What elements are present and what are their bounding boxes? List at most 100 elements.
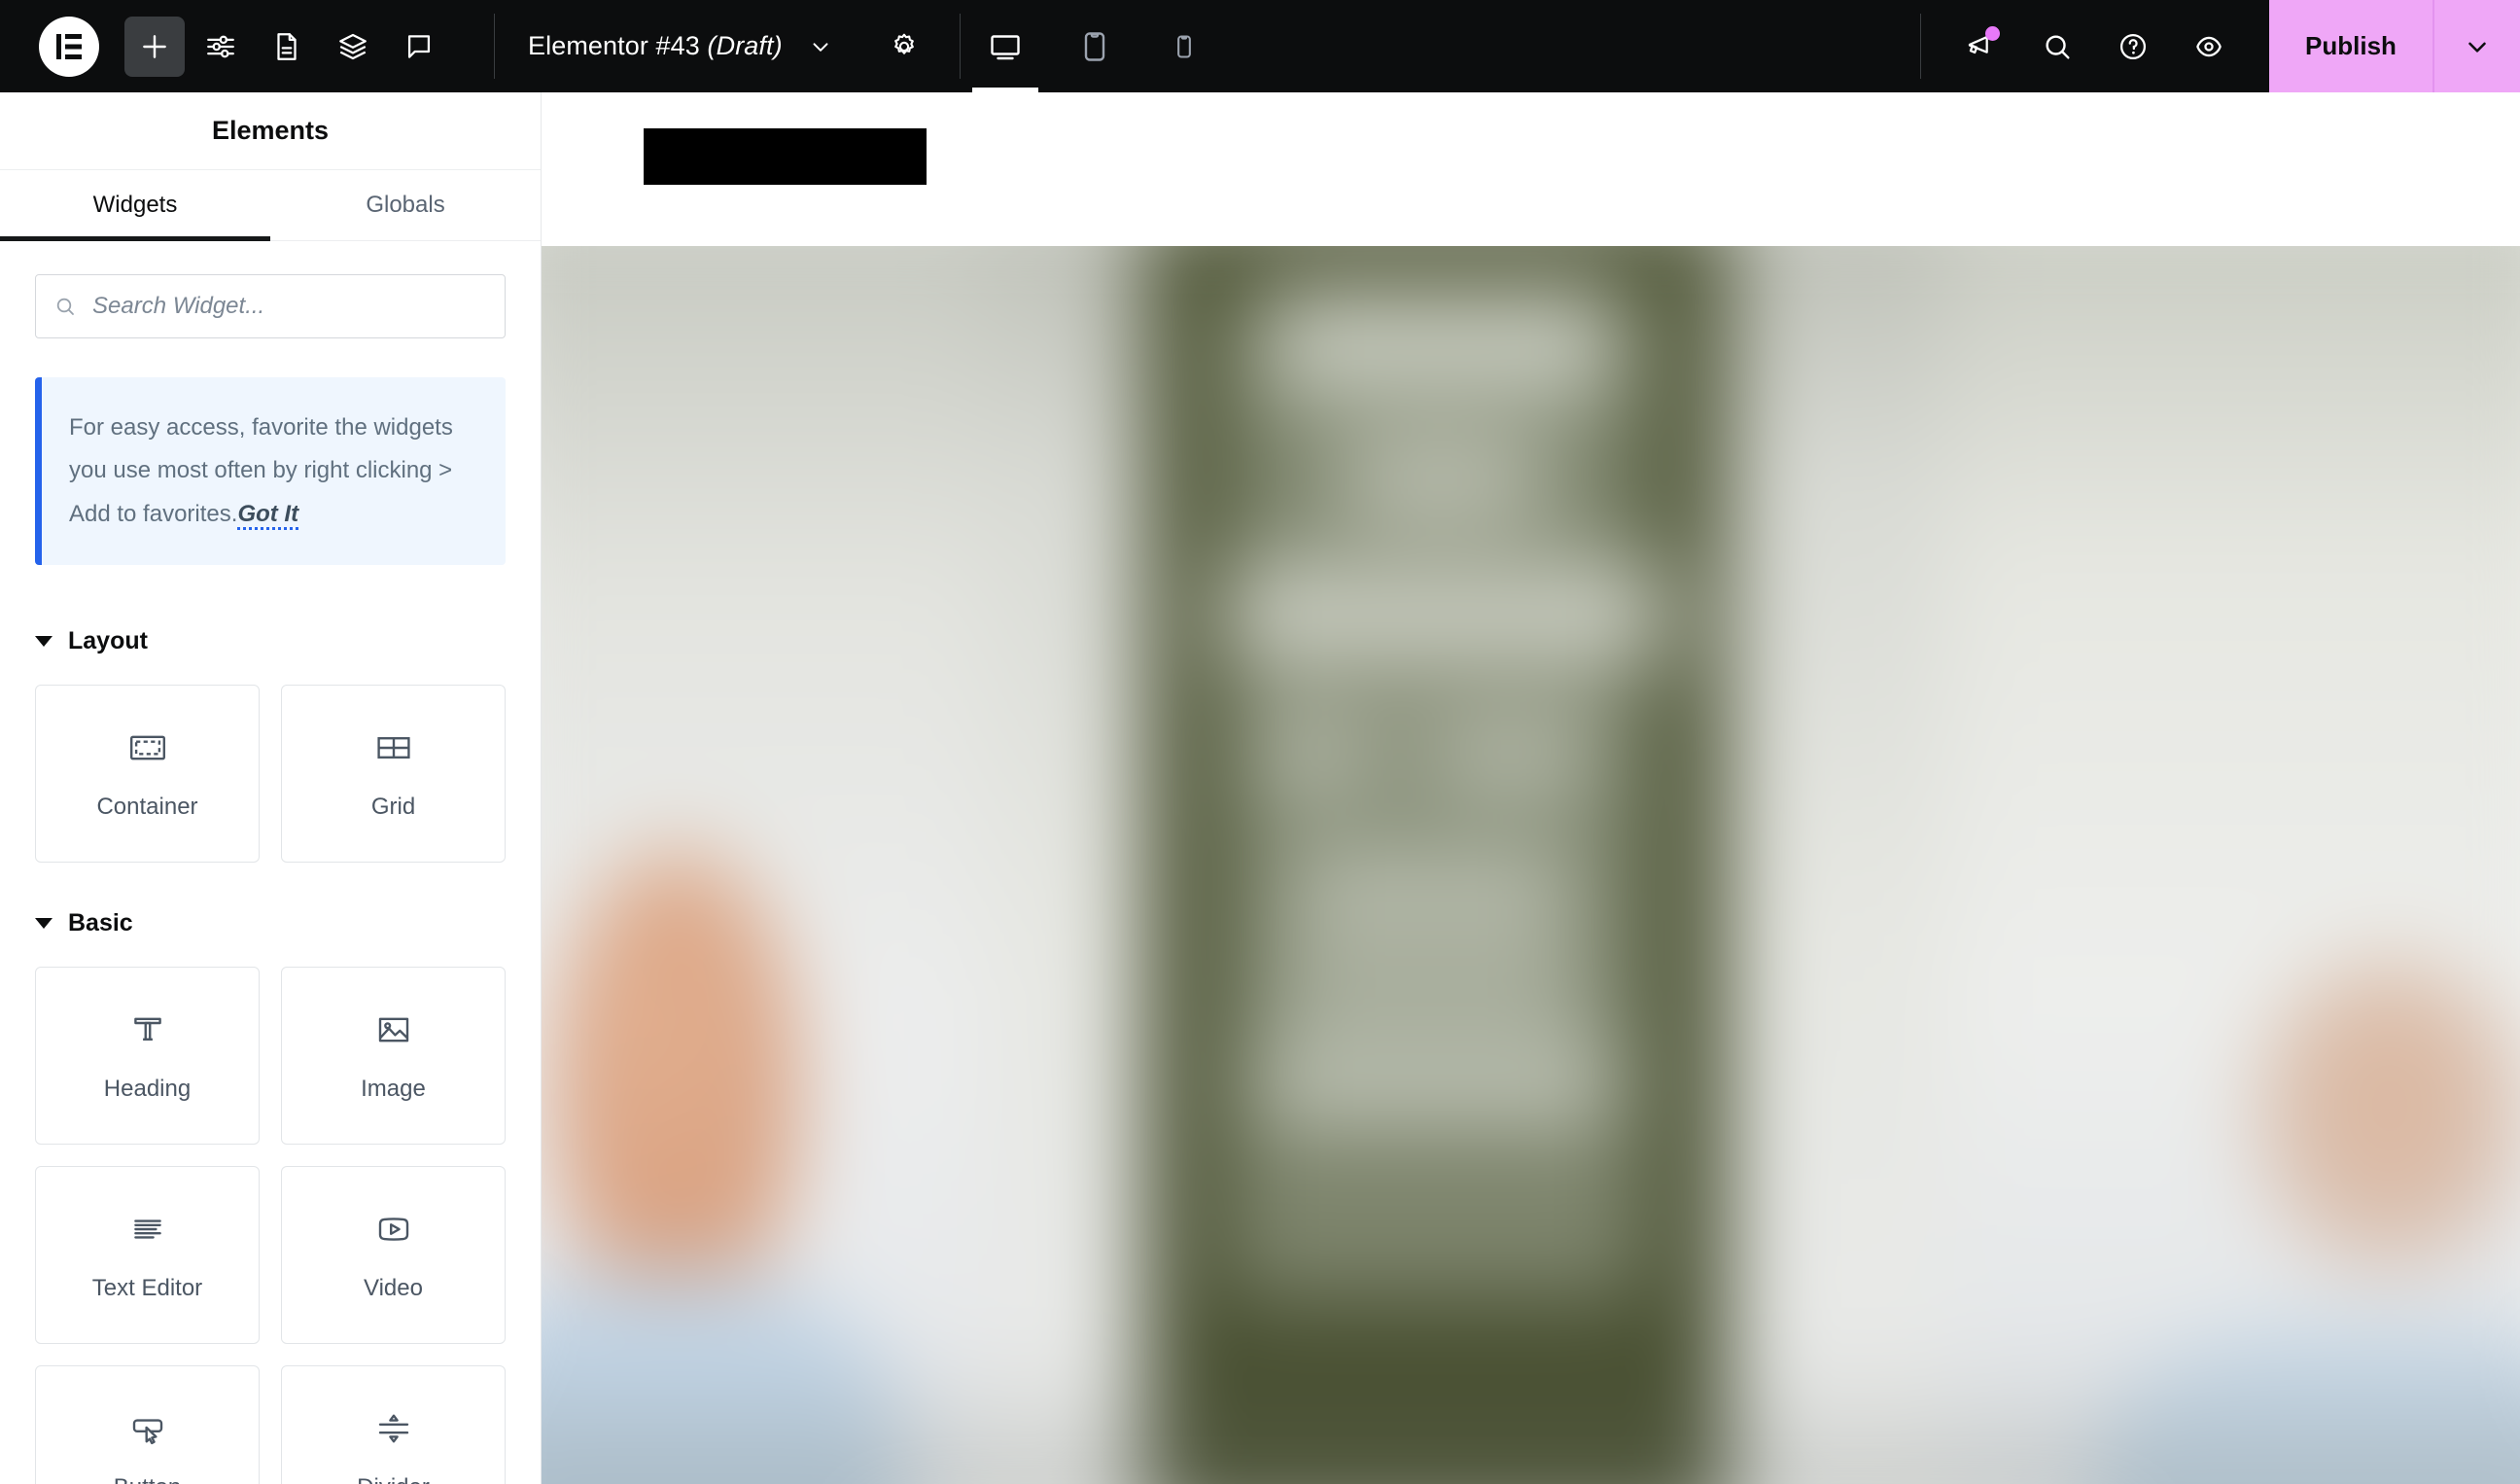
hero-blurred-photo <box>542 246 2520 1484</box>
caret-down-icon <box>35 918 52 930</box>
widget-divider[interactable]: Divider <box>281 1365 506 1484</box>
site-header <box>542 92 2520 246</box>
top-bar-left-tools <box>0 0 449 92</box>
photo-floor-shadow <box>542 1352 2520 1484</box>
photo-right-panel <box>1949 246 2520 1484</box>
widget-text-editor[interactable]: Text Editor <box>35 1166 260 1345</box>
category-basic: Basic Heading Image Text Editor Video <box>35 909 506 1484</box>
sliders-icon <box>207 35 234 57</box>
elementor-logo-icon <box>56 33 82 59</box>
widget-label: Grid <box>370 793 416 820</box>
photo-text-plate <box>1269 289 1615 391</box>
panel-content: For easy access, favorite the widgets yo… <box>0 241 541 1484</box>
photo-text-plate <box>1278 960 1584 1007</box>
photo-person-right-face <box>2253 960 2520 1272</box>
widget-image[interactable]: Image <box>281 967 506 1146</box>
help-button[interactable] <box>2106 19 2160 74</box>
speech-bubble-icon <box>407 34 431 58</box>
search-input[interactable] <box>92 293 487 320</box>
widget-label: Heading <box>103 1075 192 1102</box>
category-layout: Layout Container Grid <box>35 627 506 864</box>
desktop-icon <box>991 34 1020 59</box>
video-play-icon <box>378 1217 408 1241</box>
widget-container[interactable]: Container <box>35 685 260 864</box>
eye-icon <box>2196 36 2222 56</box>
document-icon <box>277 32 297 60</box>
document-title-area: Elementor #43 (Draft) <box>495 0 960 92</box>
category-basic-title: Basic <box>68 909 133 937</box>
tablet-icon <box>1084 31 1104 61</box>
image-icon <box>378 1017 408 1042</box>
widget-heading[interactable]: Heading <box>35 967 260 1146</box>
document-status: (Draft) <box>707 31 783 60</box>
photo-text-plate <box>1342 444 1542 513</box>
chevron-down-icon <box>2468 42 2486 53</box>
device-tablet-button[interactable] <box>1050 0 1139 92</box>
chevron-down-icon <box>813 42 828 52</box>
caret-down-icon <box>35 636 52 648</box>
basic-widget-grid: Heading Image Text Editor Video <box>35 967 506 1484</box>
photo-text-plate <box>1289 858 1573 920</box>
widget-video[interactable]: Video <box>281 1166 506 1345</box>
container-icon <box>129 735 165 760</box>
grid-icon <box>376 736 410 759</box>
whats-new-button[interactable] <box>1954 19 2009 74</box>
device-mobile-button[interactable] <box>1139 0 1229 92</box>
plus-icon <box>143 34 166 58</box>
widget-button[interactable]: Button <box>35 1365 260 1484</box>
add-element-button[interactable] <box>124 16 185 77</box>
page-title: Elementor #43 (Draft) <box>528 31 783 61</box>
search-icon <box>2046 34 2070 59</box>
publish-options-button[interactable] <box>2432 0 2520 92</box>
gear-icon <box>893 33 914 54</box>
site-settings-button[interactable] <box>191 17 251 77</box>
photo-text-plate <box>1258 729 1374 784</box>
favorites-notice: For easy access, favorite the widgets yo… <box>35 377 506 566</box>
layout-widget-grid: Container Grid <box>35 685 506 864</box>
widget-label: Divider <box>357 1474 430 1484</box>
widget-label: Video <box>364 1274 423 1301</box>
divider-icon <box>378 1414 408 1443</box>
top-bar-right-tools: Publish <box>1920 0 2520 92</box>
favorites-notice-text: For easy access, favorite the widgets yo… <box>69 406 480 536</box>
got-it-link[interactable]: Got It <box>237 500 299 530</box>
widget-label: Button <box>114 1474 181 1484</box>
document-name: Elementor #43 <box>528 31 700 60</box>
elements-panel: Elements Widgets Globals For easy access… <box>0 92 542 1484</box>
finder-button[interactable] <box>2030 19 2084 74</box>
panel-title: Elements <box>0 92 541 170</box>
device-desktop-button[interactable] <box>961 0 1050 92</box>
redacted-logo-block <box>644 128 927 185</box>
publish-button[interactable]: Publish <box>2269 0 2432 92</box>
search-icon <box>56 298 74 315</box>
category-layout-title: Layout <box>68 627 148 655</box>
widget-label: Container <box>96 793 198 820</box>
button-cursor-icon <box>132 1419 162 1444</box>
hero-section[interactable] <box>542 246 2520 1484</box>
category-layout-header[interactable]: Layout <box>35 627 506 655</box>
widget-grid[interactable]: Grid <box>281 685 506 864</box>
editor-top-bar: Elementor #43 (Draft) Publish <box>0 0 2520 92</box>
preview-button[interactable] <box>2182 19 2236 74</box>
document-settings-button[interactable] <box>882 24 927 69</box>
category-basic-header[interactable]: Basic <box>35 909 506 937</box>
text-lines-icon <box>133 1219 161 1239</box>
document-menu-toggle[interactable] <box>804 30 837 63</box>
search-widget-field[interactable] <box>35 274 506 338</box>
tab-globals[interactable]: Globals <box>270 170 541 240</box>
photo-text-plate <box>1258 1047 1615 1116</box>
widget-label: Text Editor <box>91 1274 203 1301</box>
structure-button[interactable] <box>323 17 383 77</box>
photo-text-plate <box>1220 567 1671 662</box>
panel-tabs: Widgets Globals <box>0 170 541 241</box>
elementor-logo-button[interactable] <box>39 16 99 77</box>
notification-badge <box>1985 25 2000 41</box>
question-circle-icon <box>2119 33 2147 59</box>
mobile-icon <box>1176 34 1191 58</box>
notes-button[interactable] <box>389 17 449 77</box>
tab-widgets[interactable]: Widgets <box>0 170 270 241</box>
photo-text-plate <box>1425 729 1594 784</box>
page-settings-button[interactable] <box>257 17 317 77</box>
photo-person-left-face <box>556 851 798 1313</box>
editor-canvas[interactable] <box>542 92 2520 1484</box>
